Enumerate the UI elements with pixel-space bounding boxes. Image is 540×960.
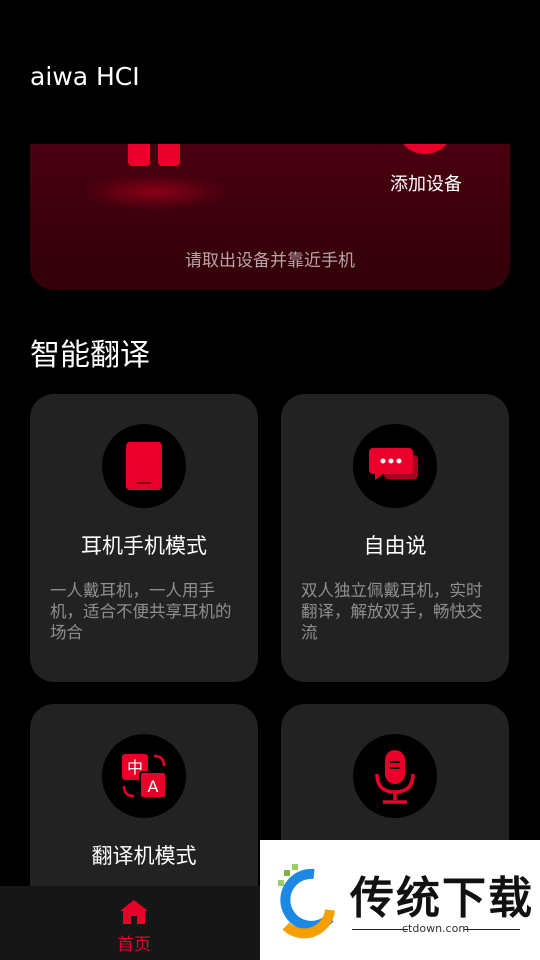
- card-desc: 一人戴耳机，一人用手机，适合不便共享耳机的场合: [50, 581, 232, 642]
- add-device-label[interactable]: 添加设备: [390, 170, 462, 196]
- earbuds-glow: [82, 174, 228, 210]
- section-title: 智能翻译: [30, 338, 150, 373]
- card-title: 自由说: [363, 534, 427, 558]
- watermark-divider: [464, 929, 520, 930]
- app-title: aiwa HCI: [30, 62, 140, 91]
- right-earbud-image: [158, 144, 180, 166]
- watermark: 传统下载 ctdown.com: [260, 840, 540, 960]
- device-banner[interactable]: 添加设备 请取出设备并靠近手机: [30, 144, 510, 290]
- home-icon: [120, 900, 148, 924]
- translate-icon: 中 A: [102, 734, 186, 818]
- card-free-talk[interactable]: 自由说 双人独立佩戴耳机，实时翻译，解放双手，畅快交流: [281, 394, 509, 682]
- nav-home-label: 首页: [117, 935, 151, 955]
- watermark-logo-icon: [278, 864, 335, 939]
- card-desc: 双人独立佩戴耳机，实时翻译，解放双手，畅快交流: [301, 581, 483, 642]
- watermark-url: ctdown.com: [402, 922, 470, 935]
- banner-hint: 请取出设备并靠近手机: [185, 251, 355, 271]
- card-title: 翻译机模式: [91, 844, 197, 868]
- nav-home[interactable]: 首页: [104, 894, 164, 956]
- left-earbud-image: [128, 144, 150, 166]
- watermark-brand: 传统下载: [350, 873, 534, 924]
- add-device-button[interactable]: [396, 144, 454, 154]
- card-phone-mode[interactable]: 耳机手机模式 一人戴耳机，一人用手机，适合不便共享耳机的场合: [30, 394, 258, 682]
- card-title: 耳机手机模式: [81, 534, 207, 558]
- svg-text:A: A: [148, 777, 159, 796]
- phone-icon: [102, 424, 186, 508]
- watermark-divider: [352, 929, 408, 930]
- chat-bubbles-icon: [353, 424, 437, 508]
- microphone-icon: [353, 734, 437, 818]
